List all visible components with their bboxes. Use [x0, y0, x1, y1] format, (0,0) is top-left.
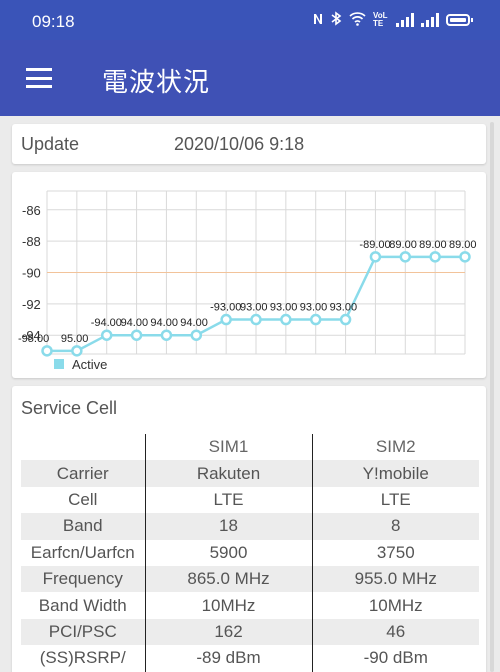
data-point	[309, 313, 322, 326]
table-row: Band 18 8	[21, 513, 479, 540]
data-point	[250, 313, 262, 326]
data-label: 89.00	[389, 239, 417, 251]
page-title: 電波状況	[102, 67, 211, 97]
service-cell-card: Service Cell SIM1 SIM2 Carrier Rakuten Y!m…	[12, 386, 486, 672]
data-label: -95.00	[18, 333, 49, 345]
sim1-value: 10MHz	[144, 592, 312, 619]
table-row: Carrier Rakuten Y!mobile	[21, 460, 479, 487]
data-point	[130, 329, 143, 341]
column-header-sim1: SIM1	[144, 434, 312, 461]
data-point	[369, 251, 382, 263]
row-label: (SS)RSRP/	[39, 648, 126, 668]
service-cell-table: SIM1 SIM2 Carrier Rakuten Y!mobile Cell LTE L…	[21, 434, 479, 672]
status-icons: VoLTE	[312, 11, 473, 29]
table-row: Band Width 10MHz 10MHz	[21, 592, 479, 619]
data-label: 95.00	[61, 333, 89, 345]
row-label: PCI/PSC	[21, 618, 145, 646]
sim2-value: 46	[311, 618, 479, 646]
data-label: -94.00	[91, 317, 122, 329]
update-label: Update	[21, 134, 80, 154]
sim1-value: 5900	[144, 539, 312, 566]
table-row: (SS)RSRP/ -89 dBm -90 dBm	[21, 645, 479, 672]
hamburger-menu-icon[interactable]	[26, 68, 52, 88]
row-label: Band Width	[38, 595, 127, 615]
table-row: Earfcn/Uarfcn 5900 3750	[21, 539, 479, 566]
data-label: 94.00	[180, 317, 208, 329]
row-label: Band	[21, 513, 145, 540]
data-label: 94.00	[150, 317, 178, 329]
status-time: 09:18	[32, 12, 75, 31]
sim1-value: 18	[144, 513, 312, 540]
y-tick-label: -92	[22, 297, 41, 312]
data-point	[41, 345, 53, 357]
scrollbar[interactable]	[490, 122, 494, 672]
y-tick-label: -86	[22, 203, 41, 218]
data-label: 93.00	[240, 302, 268, 314]
status-bar: 09:18 VoLTE	[0, 0, 500, 40]
data-point	[280, 313, 292, 326]
sim2-value: Y!mobile	[311, 460, 479, 487]
battery-icon	[446, 14, 473, 26]
table-row: PCI/PSC 162 46	[21, 618, 479, 646]
bluetooth-icon	[331, 11, 342, 29]
sim1-value: 865.0 MHz	[144, 565, 312, 593]
signal-chart-card: -86 -88 -90 -92 -94 -95.00 95.00 -94.00 94.00 94.…	[12, 172, 486, 378]
table-row: Frequency 865.0 MHz 955.0 MHz	[21, 565, 479, 593]
signal-strength-chart: -86-88-90-92-94-95.00 95.00-94.0094.00 94.…	[18, 190, 477, 372]
service-cell-heading: Service Cell	[21, 398, 118, 418]
data-label: 93.00	[270, 302, 298, 314]
sim1-value: -89 dBm	[144, 645, 312, 672]
data-label: 89.00	[419, 239, 447, 251]
data-point	[71, 345, 83, 357]
data-label: 89.00	[449, 239, 477, 251]
column-header-sim2: SIM2	[311, 434, 479, 461]
data-point	[399, 251, 412, 263]
app-bar: 電波状況	[0, 40, 500, 116]
data-point	[429, 251, 441, 263]
row-label: Frequency	[21, 565, 145, 593]
data-point	[339, 313, 352, 326]
data-point	[160, 329, 173, 341]
volte-icon: VoLTE	[373, 11, 388, 28]
data-point	[190, 329, 203, 341]
sim2-value: -90 dBm	[311, 645, 479, 672]
y-tick-label: -88	[22, 234, 41, 249]
sim2-value: 955.0 MHz	[311, 565, 479, 593]
wifi-icon	[349, 11, 366, 29]
data-point	[100, 329, 113, 341]
sim1-value: Rakuten	[144, 460, 312, 487]
table-header-row: SIM1 SIM2	[21, 434, 479, 461]
sim2-value: LTE	[311, 486, 479, 514]
data-label: -89.00	[359, 239, 390, 251]
sim2-value: 8	[311, 513, 479, 540]
sim1-value: LTE	[144, 486, 312, 514]
row-label: Cell	[68, 489, 98, 509]
row-label: Carrier	[21, 460, 145, 487]
sim2-value: 3750	[311, 539, 479, 566]
update-value: 2020/10/06 9:18	[174, 134, 305, 154]
data-label: -93.00	[210, 302, 241, 314]
sim1-value: 162	[144, 618, 312, 646]
data-label: 93.00	[300, 302, 328, 314]
nfc-icon	[312, 12, 324, 29]
sim2-value: 10MHz	[311, 592, 479, 619]
data-label: 94.00	[121, 317, 149, 329]
update-card: Update 2020/10/06 9:18	[12, 124, 486, 164]
table-row: Cell LTE LTE	[21, 486, 479, 514]
data-label: 93.00	[330, 302, 358, 314]
legend-swatch	[54, 359, 64, 369]
data-point	[459, 251, 471, 263]
signal-icon	[396, 13, 414, 27]
signal-icon	[421, 13, 439, 27]
row-label: Earfcn/Uarfcn	[30, 542, 135, 562]
y-tick-label: -90	[22, 266, 41, 281]
column-header	[21, 434, 145, 460]
data-point	[220, 313, 232, 326]
legend-label: Active	[72, 357, 107, 372]
